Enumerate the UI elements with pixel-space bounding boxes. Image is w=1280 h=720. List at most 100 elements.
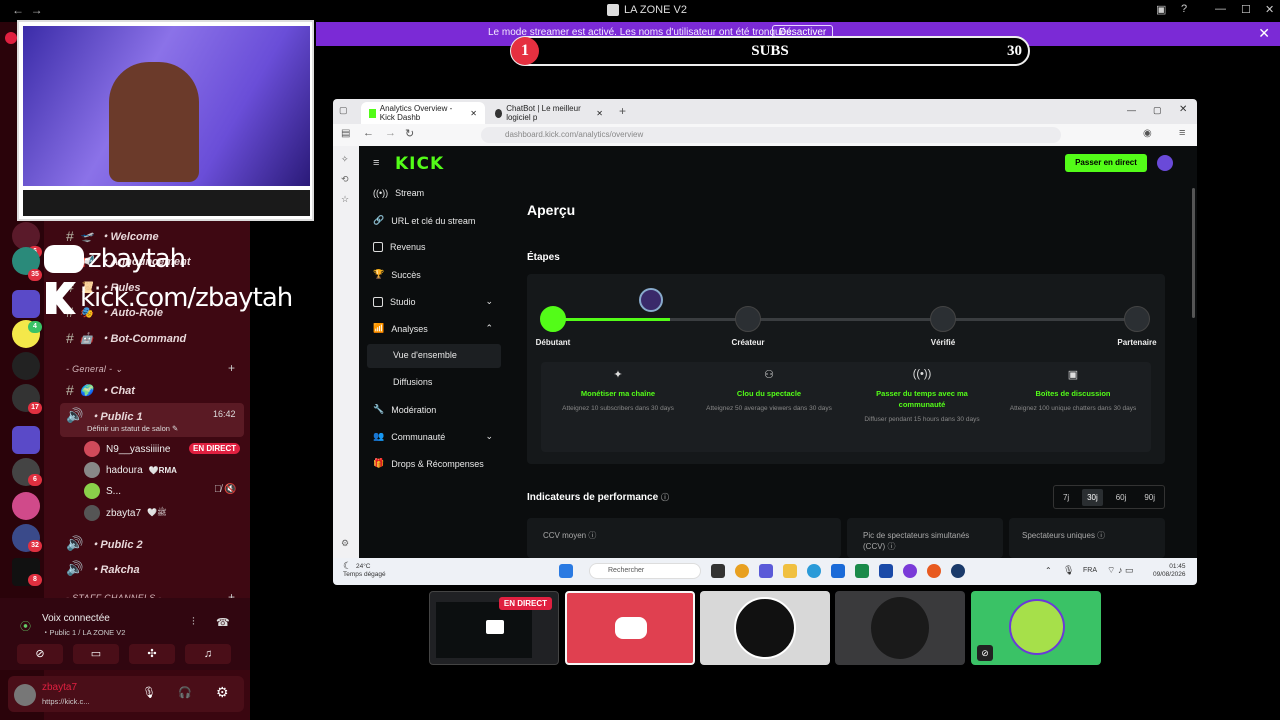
tab-analytics[interactable]: Analytics Overview - Kick Dashb ✕ <box>361 102 485 124</box>
sidebar-item-community[interactable]: 👥 Communauté ⌄ <box>373 431 493 442</box>
info-icon[interactable]: ⓘ <box>661 493 669 502</box>
ai-icon[interactable]: ✧ <box>341 154 349 165</box>
range-60j[interactable]: 60j <box>1111 489 1132 506</box>
settings-icon[interactable]: ⚙ <box>341 538 349 549</box>
inbox-icon[interactable]: ▣ <box>1156 3 1166 16</box>
channel-welcome[interactable]: # 🛫 ・Welcome <box>66 228 159 244</box>
tray-chevron-icon[interactable]: ⌃ <box>1045 566 1052 575</box>
participant-tile-screenshare[interactable]: EN DIRECT <box>429 591 559 665</box>
minimize-icon[interactable]: — <box>1215 3 1226 15</box>
maximize-icon[interactable]: ☐ <box>1241 3 1251 16</box>
word-icon[interactable] <box>879 564 893 578</box>
tab-list-icon[interactable]: ▢ <box>339 105 348 116</box>
folder-icon[interactable] <box>12 426 40 454</box>
account-icon[interactable]: ◉ <box>1143 128 1152 139</box>
settings-gear-icon[interactable]: ⚙ <box>216 684 229 701</box>
voice-user[interactable]: hadoura 🤍RMA <box>84 462 177 478</box>
sidebar-item-broadcasts[interactable]: Diffusions <box>393 377 432 387</box>
voice-user[interactable]: S... <box>84 483 121 499</box>
folder-icon[interactable] <box>12 290 40 318</box>
range-7j[interactable]: 7j <box>1058 489 1074 506</box>
server-icon[interactable] <box>12 352 40 380</box>
address-bar[interactable]: dashboard.kick.com/analytics/overview <box>481 127 1061 143</box>
taskbar-clock[interactable]: 01:45 09/08/2026 <box>1153 563 1186 579</box>
new-tab-button[interactable]: + <box>619 104 626 118</box>
screen-share-button[interactable]: ▭ <box>73 644 119 664</box>
close-banner-icon[interactable]: ✕ <box>1258 25 1270 42</box>
chrome-icon[interactable] <box>735 564 749 578</box>
headset-icon[interactable]: 🎧 <box>178 686 192 699</box>
avatar[interactable] <box>14 684 36 706</box>
back-icon[interactable]: ← <box>12 3 24 17</box>
soundboard-button[interactable]: ♫ <box>185 644 231 664</box>
close-tab-icon[interactable]: ✕ <box>596 109 603 118</box>
language-indicator[interactable]: FRA <box>1083 567 1097 574</box>
teams-icon[interactable] <box>759 564 773 578</box>
signal-icon[interactable]: ⦿ <box>20 618 31 634</box>
channel-bot-command[interactable]: # 🤖 ・Bot-Command <box>66 330 186 346</box>
store-icon[interactable] <box>831 564 845 578</box>
sidebar-item-studio[interactable]: Studio ⌄ <box>373 296 493 307</box>
camera-off-button[interactable]: ⊘ <box>17 644 63 664</box>
discord-taskbar-icon[interactable] <box>903 564 917 578</box>
forward-icon[interactable]: → <box>385 127 396 139</box>
task-card[interactable]: ✦ Monétiser ma chaîne Atteignez 10 subsc… <box>548 368 688 413</box>
explorer-icon[interactable] <box>783 564 797 578</box>
kick-logo[interactable]: KICK <box>395 154 444 174</box>
task-card[interactable]: ▣ Boîtes de discussion Atteignez 100 uni… <box>1003 368 1143 413</box>
voice-user[interactable]: zbayta7 🤍ﷺ <box>84 505 167 521</box>
hamburger-icon[interactable]: ≡ <box>373 157 379 169</box>
voice-channel-rakcha[interactable]: 🔊 ・Rakcha <box>66 560 140 577</box>
tab-chatbot[interactable]: ChatBot | Le meilleur logiciel p ✕ <box>487 102 611 124</box>
sidebar-item-drops[interactable]: 🎁 Drops & Récompenses <box>373 458 484 469</box>
taskview-icon[interactable] <box>711 564 725 578</box>
sidebar-item-achievements[interactable]: 🏆 Succès <box>373 269 421 280</box>
firefox-icon[interactable] <box>927 564 941 578</box>
sidebar-item-moderation[interactable]: 🔧 Modération <box>373 404 436 415</box>
category-general[interactable]: - General - ⌄ <box>66 364 123 375</box>
minimize-browser-icon[interactable]: — <box>1127 105 1136 115</box>
task-card[interactable]: ⚇ Clou du spectacle Atteignez 50 average… <box>699 368 839 413</box>
set-status-link[interactable]: Définir un statut de salon ✎ <box>87 424 178 433</box>
range-30j[interactable]: 30j <box>1082 488 1103 506</box>
weather-widget[interactable]: ☾ 24°C Temps dégagé <box>343 562 386 579</box>
close-tab-icon[interactable]: ✕ <box>470 109 477 118</box>
task-card[interactable]: ((•)) Passer du temps avec ma communauté… <box>852 368 992 424</box>
edge-icon[interactable] <box>807 564 821 578</box>
menu-icon[interactable]: ≡ <box>1179 127 1185 139</box>
channel-chat[interactable]: # 🌍 ・Chat <box>66 382 135 398</box>
steam-icon[interactable] <box>951 564 965 578</box>
start-icon[interactable] <box>559 564 573 578</box>
discord-home-icon[interactable] <box>5 32 17 44</box>
sidebar-item-revenue[interactable]: Revenus <box>373 242 426 252</box>
participant-tile[interactable] <box>835 591 965 665</box>
sidebar-item-stream-url[interactable]: 🔗 URL et clé du stream <box>373 215 475 226</box>
participant-tile[interactable]: ⊘ <box>971 591 1101 665</box>
sidebar-item-analytics[interactable]: 📶 Analyses ⌃ <box>373 323 493 334</box>
maximize-browser-icon[interactable]: ▢ <box>1153 105 1162 116</box>
forward-icon[interactable]: → <box>31 3 43 17</box>
participant-tile[interactable] <box>700 591 830 665</box>
scrollbar[interactable] <box>1192 188 1195 318</box>
voice-channel-public-2[interactable]: 🔊 ・Public 2 <box>66 535 143 552</box>
mic-tray-icon[interactable]: 🎙 <box>1063 565 1074 576</box>
range-90j[interactable]: 90j <box>1139 489 1160 506</box>
taskbar-search[interactable]: Rechercher <box>589 563 701 579</box>
disconnect-icon[interactable]: ☎ <box>216 616 230 629</box>
sidebar-item-stream[interactable]: ((•)) Stream <box>373 188 424 198</box>
go-live-button[interactable]: Passer en direct <box>1065 154 1147 172</box>
wifi-icon[interactable]: ⌔ ♪ ▭ <box>1107 565 1133 576</box>
sidebar-item-overview[interactable]: Vue d'ensemble <box>393 350 457 360</box>
back-icon[interactable]: ← <box>363 127 374 139</box>
excel-icon[interactable] <box>855 564 869 578</box>
bookmark-icon[interactable]: ☆ <box>341 194 349 205</box>
help-icon[interactable]: ? <box>1181 3 1187 15</box>
close-browser-icon[interactable]: ✕ <box>1179 104 1187 115</box>
noise-suppression-icon[interactable]: ⫶ <box>192 616 195 629</box>
mic-icon[interactable]: 🎙 <box>142 686 156 699</box>
history-icon[interactable]: ⟲ <box>341 174 349 185</box>
server-icon[interactable] <box>12 492 40 520</box>
add-channel-icon[interactable]: + <box>228 361 235 375</box>
voice-user[interactable]: N9__yassiiiine <box>84 441 170 457</box>
avatar[interactable] <box>1157 155 1173 171</box>
